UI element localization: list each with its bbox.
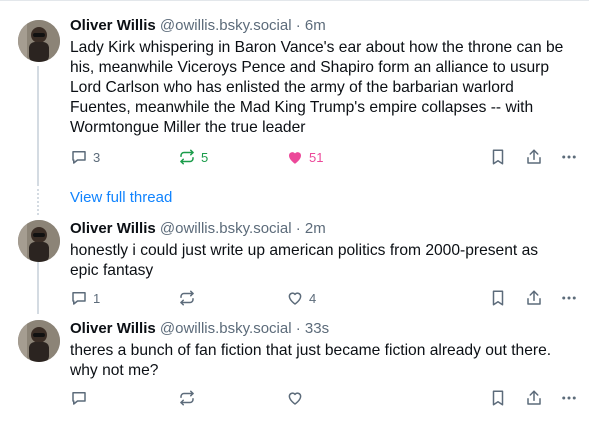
bookmark-icon xyxy=(492,290,504,306)
post-text: theres a bunch of fan fiction that just … xyxy=(70,341,580,381)
post-text-line: why not me? xyxy=(70,362,159,379)
post-header: Oliver Willis @owillis.bsky.social · 2m xyxy=(70,219,580,239)
post-actions: 1 4 xyxy=(70,288,580,308)
share-button[interactable] xyxy=(525,388,543,408)
author-name[interactable]: Oliver Willis xyxy=(70,220,156,237)
post-time[interactable]: 2m xyxy=(305,220,326,237)
post-text-line: honestly i could just write up american … xyxy=(70,242,539,259)
bookmark-button[interactable] xyxy=(489,388,507,408)
post-text-line: Lord Carlson who has enlisted the army o… xyxy=(70,79,514,96)
repost-icon xyxy=(180,390,194,406)
reply-count: 1 xyxy=(93,290,101,306)
more-icon xyxy=(562,396,576,400)
like-button[interactable]: 4 xyxy=(286,288,316,308)
share-button[interactable] xyxy=(525,288,543,308)
repost-button[interactable] xyxy=(178,288,196,308)
repost-icon xyxy=(180,149,194,165)
avatar[interactable] xyxy=(18,320,60,362)
share-icon xyxy=(527,290,541,305)
reply-button[interactable]: 1 xyxy=(70,288,100,308)
bookmark-icon xyxy=(492,390,504,406)
thread-line xyxy=(37,262,39,314)
share-icon xyxy=(527,390,541,405)
post-text-line: his, meanwhile Viceroys Pence and Shapir… xyxy=(70,59,550,76)
separator: · xyxy=(295,220,301,237)
post-text-line: epic fantasy xyxy=(70,262,154,279)
repost-icon xyxy=(180,290,194,306)
more-button[interactable] xyxy=(560,288,578,308)
heart-icon xyxy=(289,152,301,164)
repost-button[interactable] xyxy=(178,388,196,408)
post-text-line: theres a bunch of fan fiction that just … xyxy=(70,342,552,359)
post-text-line: Fuentes, meanwhile the Mad King Trump's … xyxy=(70,99,534,116)
repost-button[interactable]: 5 xyxy=(178,147,208,167)
avatar[interactable] xyxy=(18,220,60,262)
more-icon xyxy=(562,296,576,300)
reply-icon xyxy=(72,151,86,164)
post-header: Oliver Willis @owillis.bsky.social · 6m xyxy=(70,16,580,36)
author-handle[interactable]: @owillis.bsky.social xyxy=(160,320,292,337)
more-button[interactable] xyxy=(560,388,578,408)
like-count: 4 xyxy=(309,290,317,306)
post-text-line: Lady Kirk whispering in Baron Vance's ea… xyxy=(70,39,564,56)
heart-icon xyxy=(288,292,302,305)
like-count: 51 xyxy=(309,149,324,165)
thread-line xyxy=(37,66,39,186)
reply-button[interactable]: 3 xyxy=(70,147,100,167)
author-name[interactable]: Oliver Willis xyxy=(70,320,156,337)
post-time[interactable]: 6m xyxy=(305,17,326,34)
separator: · xyxy=(295,17,301,34)
author-handle[interactable]: @owillis.bsky.social xyxy=(160,220,292,237)
post-time[interactable]: 33s xyxy=(305,320,329,337)
post-text-line: Wormtongue Miller the true leader xyxy=(70,119,306,136)
author-handle[interactable]: @owillis.bsky.social xyxy=(160,17,292,34)
like-button[interactable]: 51 xyxy=(286,147,323,167)
author-name[interactable]: Oliver Willis xyxy=(70,17,156,34)
share-button[interactable] xyxy=(525,147,543,167)
avatar[interactable] xyxy=(18,20,60,62)
thread-ellipsis-line xyxy=(37,189,39,215)
bookmark-button[interactable] xyxy=(489,288,507,308)
share-icon xyxy=(527,149,541,164)
post-header: Oliver Willis @owillis.bsky.social · 33s xyxy=(70,319,580,339)
post-text: Lady Kirk whispering in Baron Vance's ea… xyxy=(70,38,580,138)
more-icon xyxy=(562,155,576,159)
post-text: honestly i could just write up american … xyxy=(70,241,580,281)
view-full-thread-link[interactable]: View full thread xyxy=(70,189,172,206)
like-button[interactable] xyxy=(286,388,304,408)
separator: · xyxy=(295,320,301,337)
reply-icon xyxy=(72,392,86,405)
reply-count: 3 xyxy=(93,149,101,165)
reply-icon xyxy=(72,292,86,305)
heart-icon xyxy=(288,392,302,405)
more-button[interactable] xyxy=(560,147,578,167)
repost-count: 5 xyxy=(201,149,209,165)
reply-button[interactable] xyxy=(70,388,88,408)
top-divider xyxy=(0,0,589,1)
post-actions: 3 5 51 xyxy=(70,147,580,167)
bookmark-icon xyxy=(492,149,504,165)
bookmark-button[interactable] xyxy=(489,147,507,167)
post-actions xyxy=(70,388,580,408)
